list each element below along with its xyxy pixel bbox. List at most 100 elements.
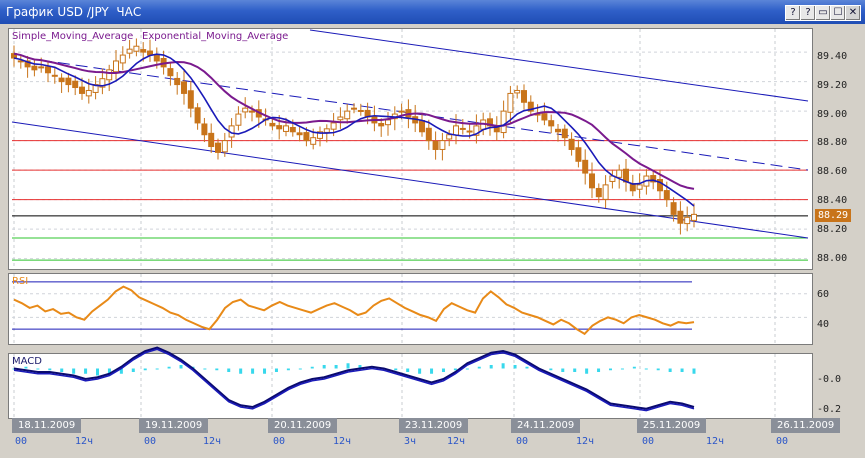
- candle-body: [119, 54, 126, 64]
- candle-body: [174, 77, 181, 86]
- hour-label: 3ч: [404, 436, 417, 447]
- candle-body: [17, 60, 24, 63]
- candle-body: [446, 134, 453, 140]
- date-label: 26.11.2009: [771, 418, 841, 433]
- macd-line: [13, 346, 695, 410]
- candle-body: [235, 113, 242, 126]
- candle-body: [378, 123, 385, 127]
- candle-body: [521, 90, 527, 103]
- candle-body: [72, 80, 79, 89]
- candle-body: [541, 113, 548, 121]
- date-label: 23.11.2009: [399, 418, 469, 433]
- hour-label: 12ч: [706, 436, 725, 447]
- sma-legend: Simple_Moving_Average: [12, 31, 134, 42]
- macd-histogram-bar: [131, 368, 135, 372]
- candle-body: [663, 190, 670, 201]
- macd-histogram-bar: [96, 368, 100, 376]
- hour-label: 12ч: [576, 436, 595, 447]
- macd-histogram-bar: [143, 368, 147, 371]
- candle-body: [126, 48, 133, 54]
- hour-label: 00: [516, 436, 529, 447]
- price-tick: 88.80: [817, 137, 848, 148]
- macd-tick: -0.2: [817, 404, 842, 415]
- candle-body: [167, 68, 174, 77]
- macd-legend: MACD: [12, 356, 42, 367]
- macd-histogram-bar: [167, 366, 171, 369]
- macd-histogram-bar: [418, 368, 422, 374]
- candle-body: [351, 107, 357, 110]
- price-tick: 88.20: [817, 224, 848, 235]
- macd-histogram-bar: [632, 366, 636, 369]
- candle-body: [31, 65, 38, 71]
- candle-body: [79, 86, 85, 94]
- candle-body: [140, 49, 147, 53]
- hour-label: 00: [15, 436, 28, 447]
- candle-body: [38, 66, 45, 69]
- rsi-tick: 40: [817, 319, 830, 330]
- macd-histogram-bar: [692, 368, 696, 374]
- candle-body: [670, 202, 677, 215]
- candle-body: [58, 77, 65, 83]
- candle-body: [582, 159, 589, 174]
- candle-body: [289, 127, 296, 133]
- candle-body: [548, 120, 555, 127]
- hour-label: 00: [642, 436, 655, 447]
- hour-label: 12ч: [203, 436, 222, 447]
- candle-body: [459, 127, 466, 130]
- candle-body: [602, 184, 609, 200]
- macd-histogram-bar: [36, 368, 40, 370]
- macd-histogram-bar: [513, 365, 517, 369]
- candle-body: [616, 169, 623, 178]
- macd-histogram-bar: [406, 368, 410, 372]
- price-tick: 88.40: [817, 195, 848, 206]
- current-price-badge: 88.29: [815, 209, 851, 222]
- candle-body: [595, 187, 602, 198]
- macd-histogram-bar: [597, 368, 601, 372]
- date-label: 18.11.2009: [12, 418, 82, 433]
- candle-body: [561, 128, 568, 139]
- candle-body: [691, 213, 697, 221]
- candle-body: [133, 45, 140, 52]
- macd-histogram-bar: [465, 368, 469, 370]
- candle-body: [201, 123, 208, 136]
- candle-body: [106, 69, 113, 81]
- macd-histogram-bar: [585, 368, 589, 374]
- macd-histogram-bar: [155, 368, 159, 370]
- macd-histogram-bar: [227, 368, 231, 372]
- candle-body: [181, 81, 187, 94]
- candle-body: [385, 119, 391, 126]
- macd-histogram-bar: [525, 366, 529, 369]
- macd-histogram-bar: [656, 368, 660, 371]
- macd-histogram-bar: [298, 368, 302, 370]
- price-tick: 89.40: [817, 51, 848, 62]
- candle-body: [187, 90, 194, 109]
- price-tick: 89.20: [817, 80, 848, 91]
- candle-body: [51, 74, 58, 77]
- macd-histogram-bar: [644, 368, 648, 370]
- candle-body: [330, 122, 337, 130]
- candle-body: [85, 89, 92, 97]
- hour-label: 00: [144, 436, 157, 447]
- chart-canvas: [11, 29, 809, 417]
- macd-histogram-bar: [573, 368, 577, 372]
- macd-histogram-bar: [477, 366, 481, 369]
- candle-body: [419, 119, 425, 133]
- candle-body: [432, 140, 439, 150]
- candle-body: [153, 55, 160, 62]
- rsi-tick: 60: [817, 289, 830, 300]
- macd-histogram-bar: [430, 368, 434, 374]
- macd-histogram-bar: [668, 368, 672, 372]
- candle-body: [276, 125, 283, 130]
- candle-body: [323, 128, 330, 133]
- candle-body: [221, 140, 228, 153]
- candle-body: [65, 77, 72, 86]
- macd-histogram-bar: [453, 368, 457, 371]
- macd-histogram-bar: [251, 368, 255, 374]
- candle-body: [296, 132, 303, 136]
- candle-body: [684, 216, 691, 225]
- candle-body: [249, 110, 255, 113]
- macd-histogram-bar: [24, 366, 28, 369]
- candle-body: [283, 125, 289, 132]
- candle-body: [337, 116, 344, 121]
- candle-body: [398, 110, 405, 113]
